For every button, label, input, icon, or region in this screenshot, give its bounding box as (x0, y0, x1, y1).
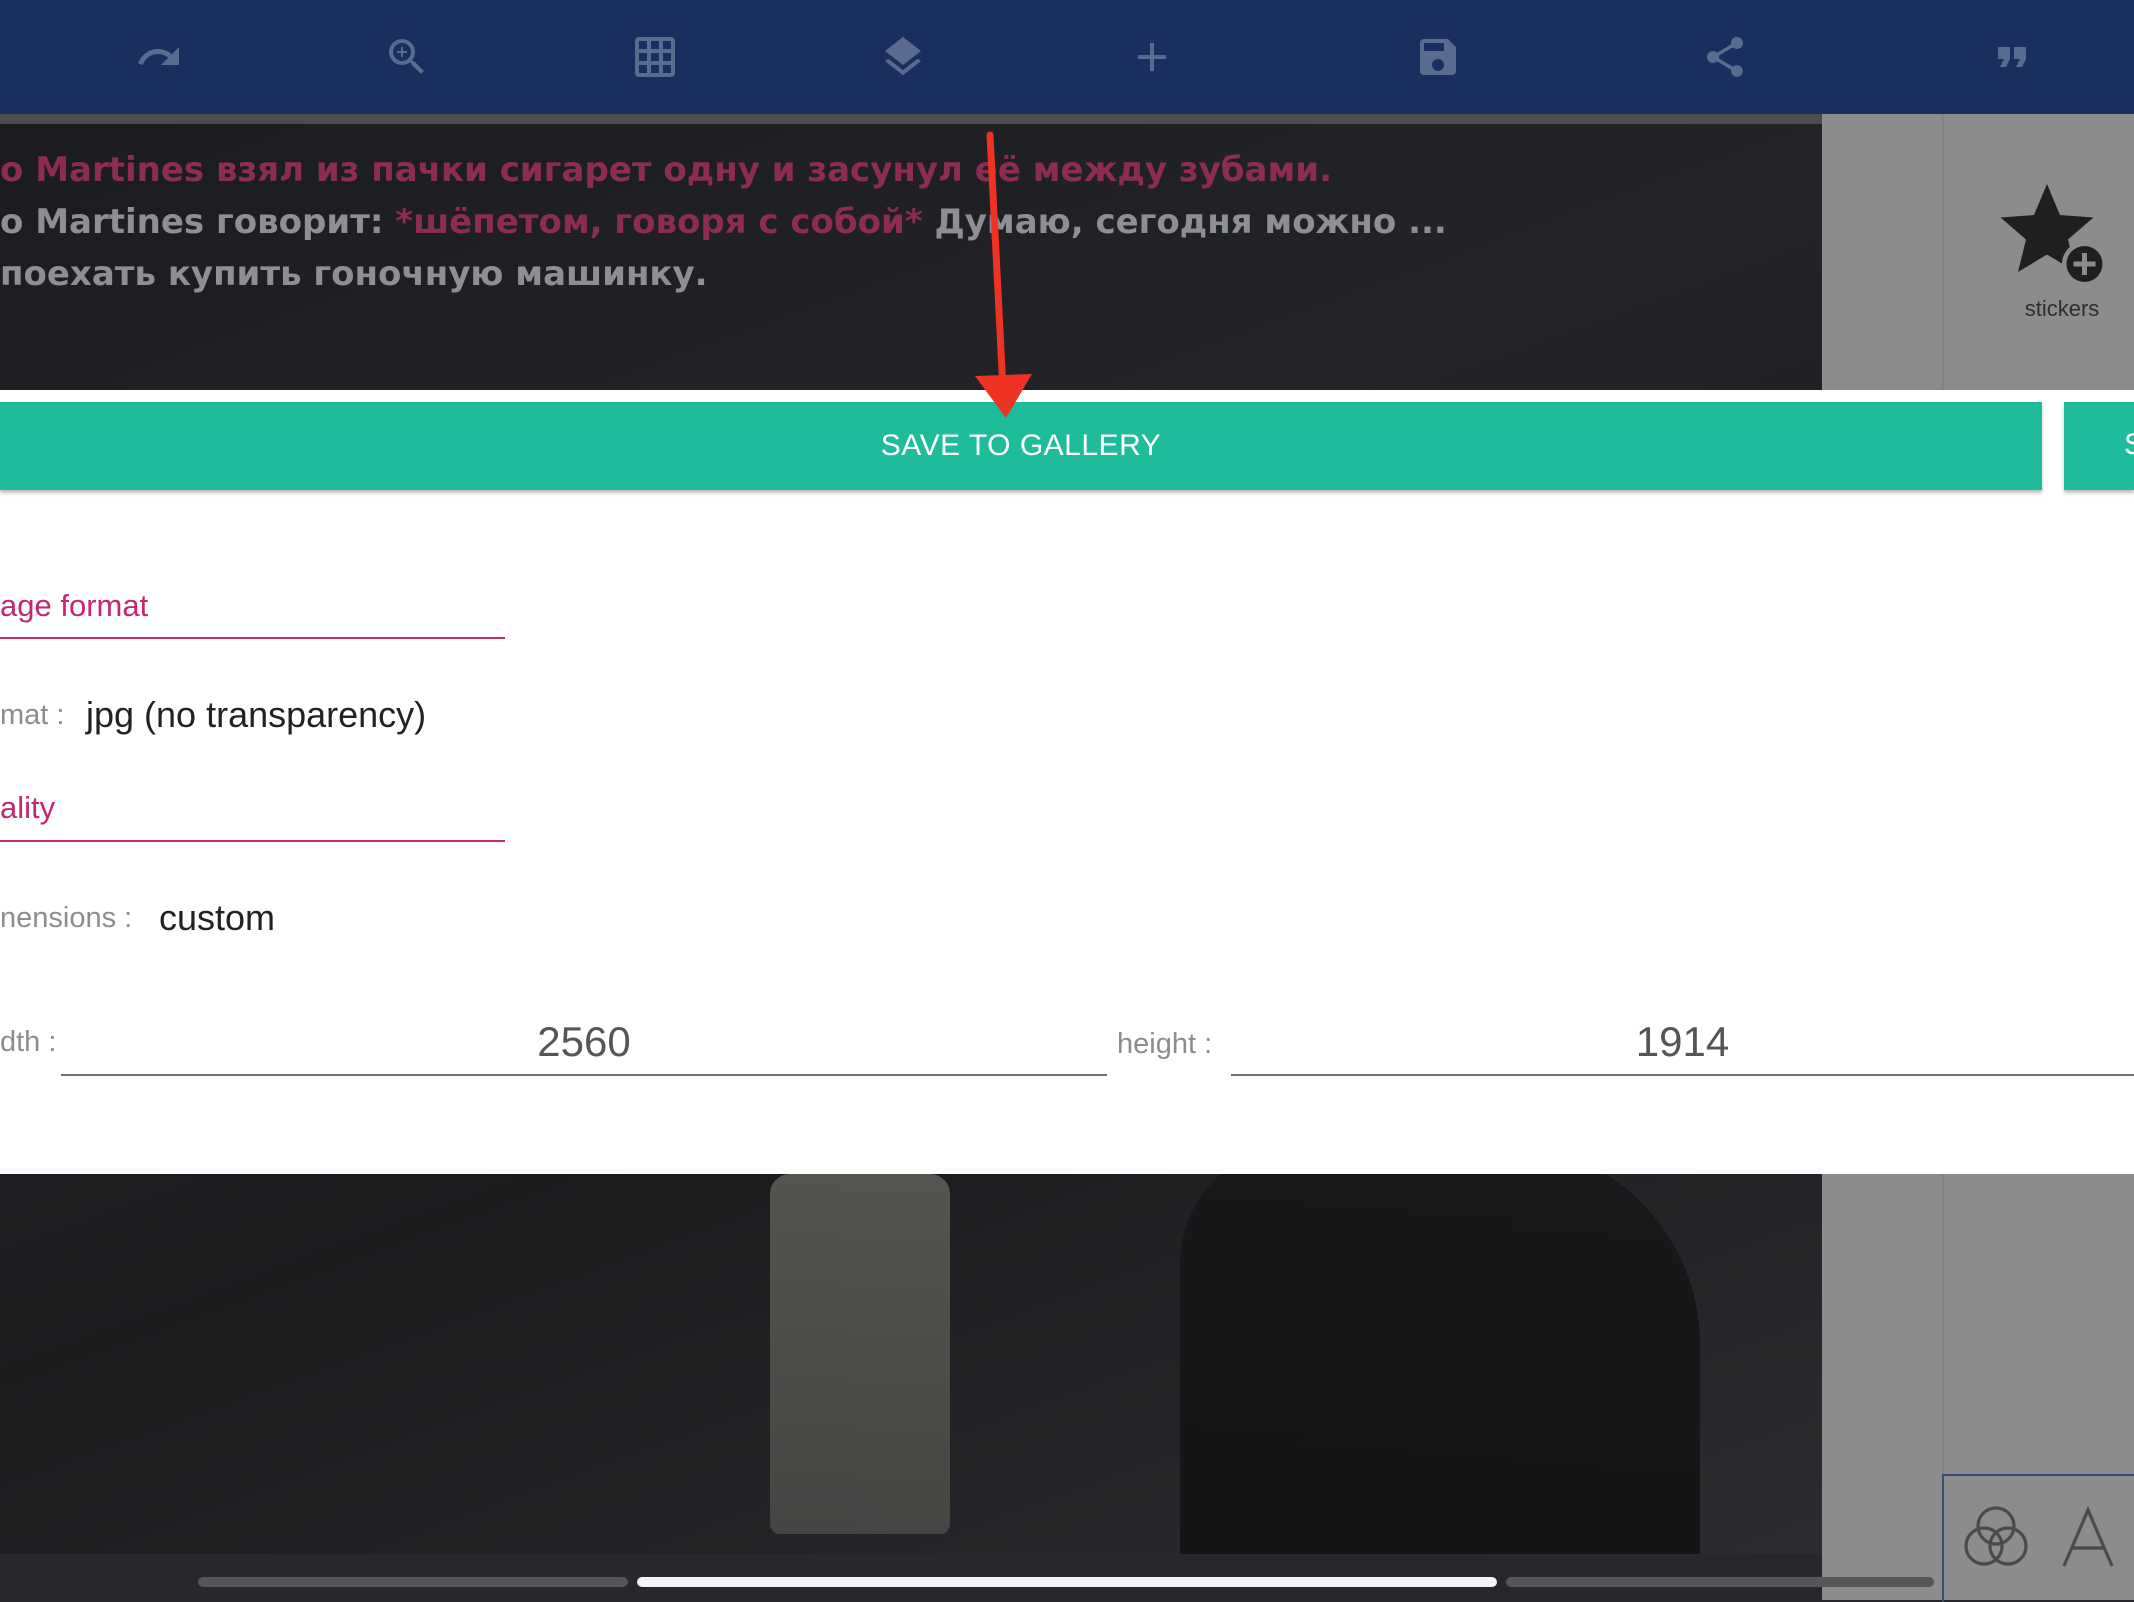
top-toolbar (0, 0, 2134, 114)
dimensions-select[interactable]: custom (159, 897, 275, 939)
add-sticker-icon[interactable] (1992, 174, 2112, 294)
dimensions-label: nensions : (0, 902, 133, 934)
scroll-thumb[interactable] (637, 1577, 1497, 1587)
scroll-track-left (198, 1577, 628, 1587)
layers-icon[interactable] (873, 27, 933, 87)
height-label: height : (1117, 1028, 1213, 1060)
horizontal-scrollbar[interactable] (0, 1570, 2134, 1600)
chat-line-2-suffix: Думаю, сегодня можно ... (922, 202, 1447, 242)
color-blend-icon[interactable] (1956, 1498, 2036, 1578)
width-label: dth : (0, 1026, 57, 1058)
grid-icon[interactable] (625, 27, 685, 87)
width-input[interactable]: 2560 (61, 1010, 1107, 1076)
format-label: mat : (0, 699, 65, 731)
format-select[interactable]: jpg (no transparency) (86, 694, 426, 736)
chat-text-overlay: o Martines взял из пачки сигарет одну и … (0, 144, 1447, 300)
secondary-save-label: S (2124, 428, 2134, 462)
scroll-track-right (1506, 1577, 1934, 1587)
quote-icon[interactable] (1982, 27, 2042, 87)
height-input[interactable]: 1914 (1231, 1010, 2134, 1076)
quality-title: ality (0, 790, 56, 825)
text-icon[interactable] (2048, 1498, 2128, 1578)
image-format-rule (0, 637, 505, 639)
chat-line-1: o Martines взял из пачки сигарет одну и … (0, 150, 1332, 190)
toolbar-divider (0, 114, 1822, 124)
image-format-title: age format (0, 588, 149, 623)
chat-line-3: поехать купить гоночную машинку. (0, 254, 708, 294)
chat-line-2-emote: *шёпетом, говоря с собой* (395, 202, 923, 242)
chat-line-2: o Martines говорит: *шёпетом, говоря с с… (0, 196, 1447, 248)
dark-figure (1180, 1144, 1700, 1554)
chat-line-2-prefix: o Martines говорит: (0, 202, 396, 242)
save-icon[interactable] (1408, 27, 1468, 87)
quality-rule (0, 840, 505, 842)
character-figure (770, 1174, 950, 1534)
zoom-in-icon[interactable] (377, 27, 437, 87)
undo-icon[interactable] (129, 27, 189, 87)
share-icon[interactable] (1695, 27, 1755, 87)
secondary-save-button[interactable]: S (2064, 402, 2134, 490)
save-to-gallery-button[interactable]: SAVE TO GALLERY (0, 402, 2042, 490)
add-icon[interactable] (1122, 27, 1182, 87)
height-value: 1914 (1635, 1018, 1730, 1065)
stickers-label: stickers (2024, 296, 2100, 321)
width-value: 2560 (537, 1018, 631, 1065)
save-dialog: SAVE TO GALLERY S age format mat : jpg (… (0, 390, 2134, 1174)
